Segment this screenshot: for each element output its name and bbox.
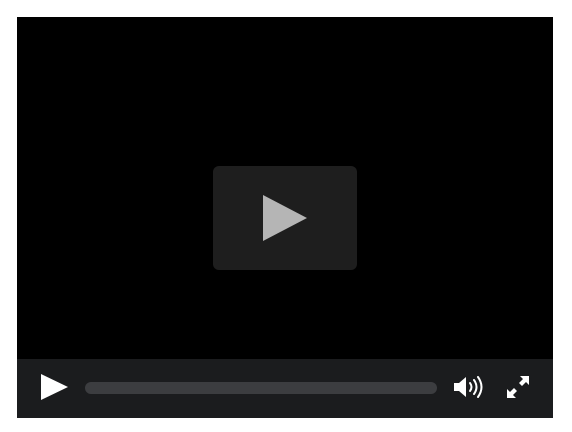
- video-viewport[interactable]: [17, 17, 553, 359]
- control-bar: [17, 359, 553, 418]
- play-icon: [261, 193, 309, 243]
- video-player: [17, 17, 553, 418]
- play-icon: [39, 373, 69, 406]
- volume-icon: [452, 375, 488, 404]
- big-play-button[interactable]: [213, 166, 357, 270]
- volume-button[interactable]: [450, 375, 490, 404]
- play-button[interactable]: [37, 373, 71, 406]
- expand-icon: [505, 374, 531, 405]
- progress-bar[interactable]: [85, 382, 437, 394]
- fullscreen-button[interactable]: [503, 375, 533, 403]
